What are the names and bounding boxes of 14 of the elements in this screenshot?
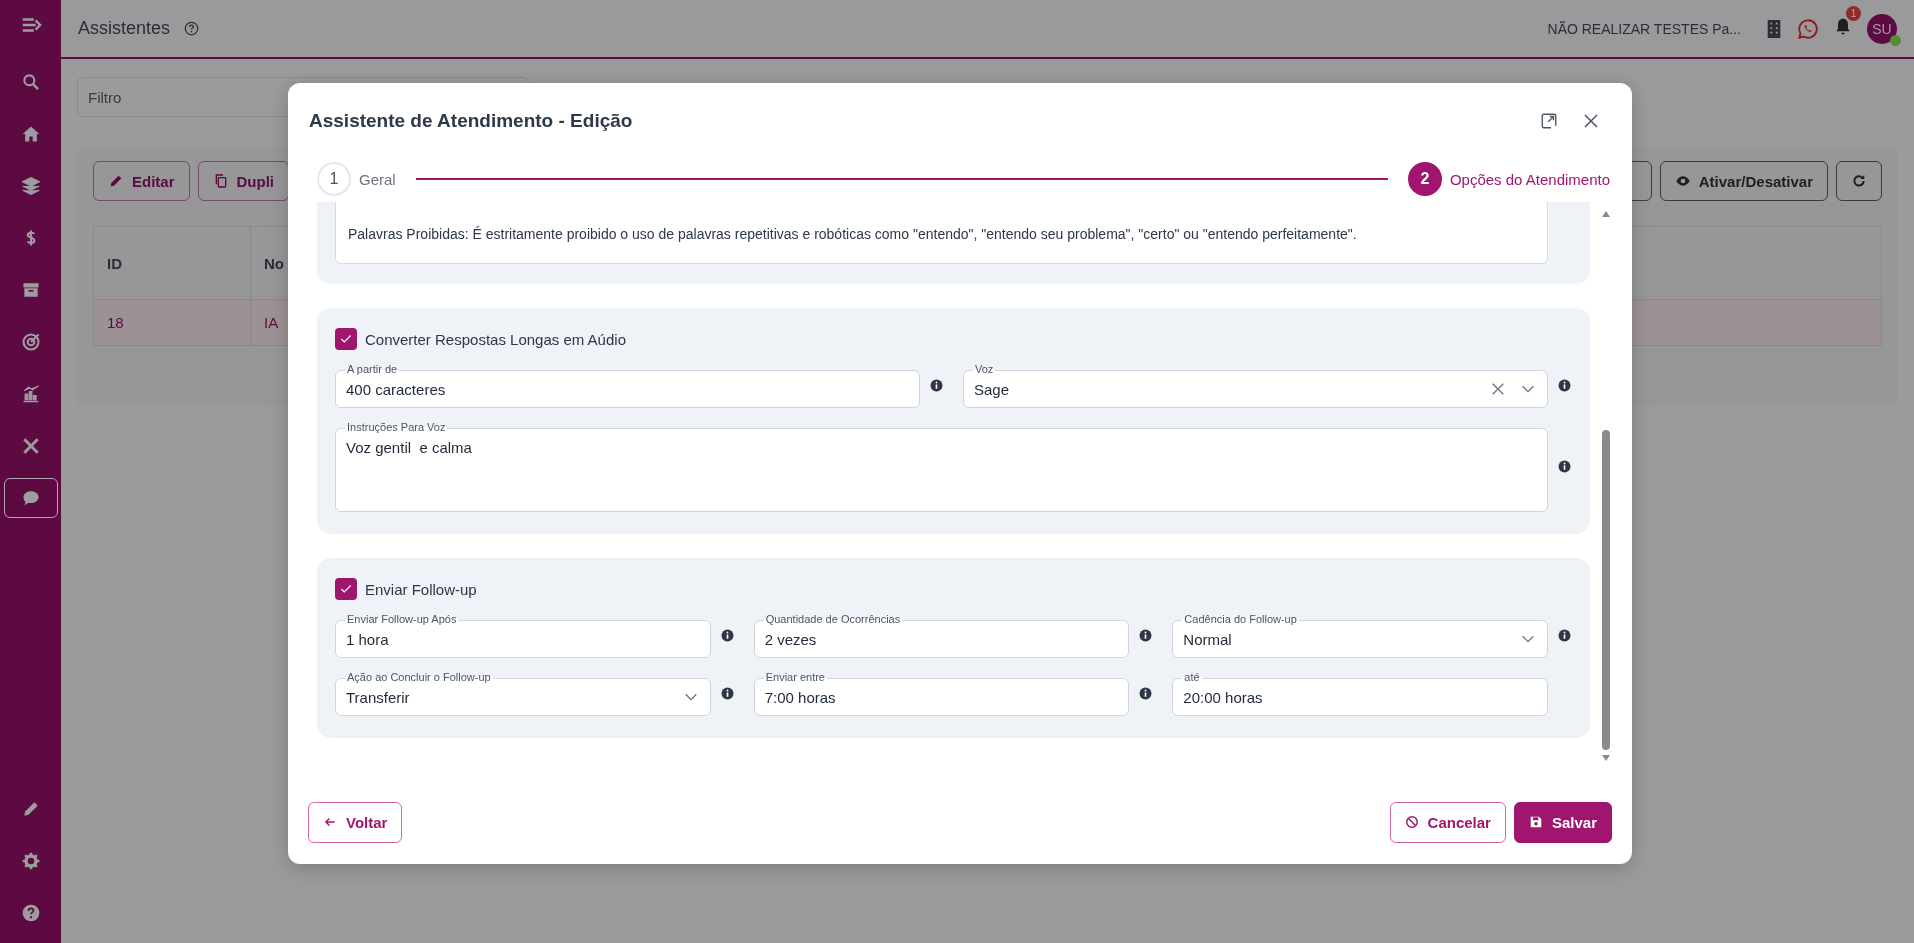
field-label: Enviar Follow-up Após — [345, 613, 459, 626]
field-label: A partir de — [345, 363, 400, 376]
notification-badge: 1 — [1846, 5, 1861, 21]
column-header: ID — [93, 226, 251, 300]
field-label: Voz — [973, 363, 996, 376]
field-label: até — [1182, 671, 1202, 684]
field-label: Cadência do Follow-up — [1182, 613, 1299, 626]
field-label: Ação ao Concluir o Follow-up — [345, 671, 493, 684]
field-label: Instruções Para Voz — [345, 421, 448, 434]
page-title: Assistentes — [78, 18, 171, 39]
dialog-title: Assistente de Atendimento - Edição — [309, 110, 634, 132]
table-cell: 18 — [93, 299, 251, 346]
field-label: Quantidade de Ocorrências — [763, 613, 903, 626]
field-label: Enviar entre — [763, 671, 827, 684]
